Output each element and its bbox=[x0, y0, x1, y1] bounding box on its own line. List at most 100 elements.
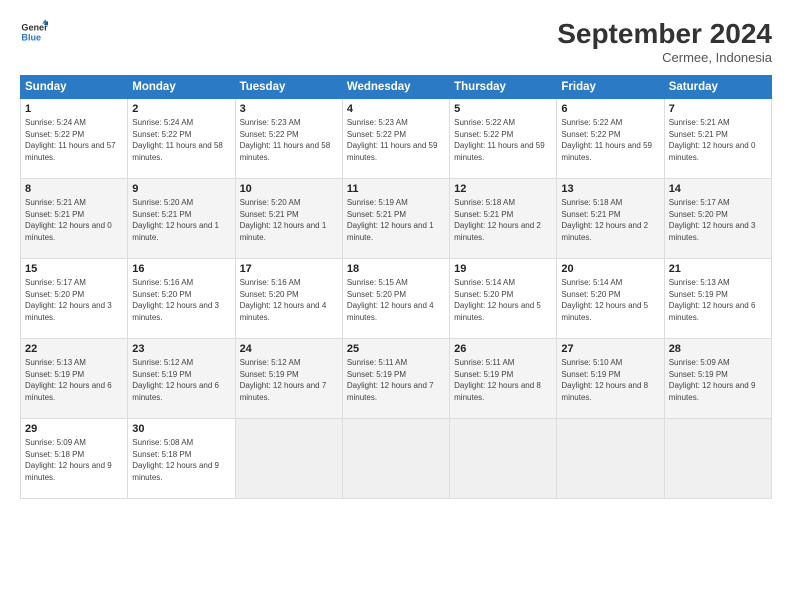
table-row: 15 Sunrise: 5:17 AMSunset: 5:20 PMDayligh… bbox=[21, 259, 128, 339]
day-number: 18 bbox=[347, 263, 445, 275]
col-header-tuesday: Tuesday bbox=[235, 76, 342, 99]
logo: General Blue bbox=[20, 18, 48, 46]
table-row bbox=[235, 419, 342, 499]
day-number: 25 bbox=[347, 343, 445, 355]
svg-text:Blue: Blue bbox=[21, 32, 41, 42]
day-info: Sunrise: 5:14 AMSunset: 5:20 PMDaylight:… bbox=[454, 277, 552, 323]
day-info: Sunrise: 5:14 AMSunset: 5:20 PMDaylight:… bbox=[561, 277, 659, 323]
table-row bbox=[342, 419, 449, 499]
title-block: September 2024 Cermee, Indonesia bbox=[557, 18, 772, 65]
table-row: 7 Sunrise: 5:21 AMSunset: 5:21 PMDaylight… bbox=[664, 99, 771, 179]
day-number: 27 bbox=[561, 343, 659, 355]
table-row: 29 Sunrise: 5:09 AMSunset: 5:18 PMDayligh… bbox=[21, 419, 128, 499]
table-row: 27 Sunrise: 5:10 AMSunset: 5:19 PMDayligh… bbox=[557, 339, 664, 419]
day-info: Sunrise: 5:08 AMSunset: 5:18 PMDaylight:… bbox=[132, 437, 230, 483]
day-info: Sunrise: 5:17 AMSunset: 5:20 PMDaylight:… bbox=[25, 277, 123, 323]
day-number: 16 bbox=[132, 263, 230, 275]
table-row: 8 Sunrise: 5:21 AMSunset: 5:21 PMDaylight… bbox=[21, 179, 128, 259]
day-number: 29 bbox=[25, 423, 123, 435]
logo-icon: General Blue bbox=[20, 18, 48, 46]
table-row: 10Sunrise: 5:20 AMSunset: 5:21 PMDayligh… bbox=[235, 179, 342, 259]
day-info: Sunrise: 5:24 AMSunset: 5:22 PMDaylight:… bbox=[132, 117, 230, 163]
table-row: 1Sunrise: 5:24 AMSunset: 5:22 PMDaylight… bbox=[21, 99, 128, 179]
table-row bbox=[450, 419, 557, 499]
day-number: 7 bbox=[669, 103, 767, 115]
day-info: Sunrise: 5:19 AMSunset: 5:21 PMDaylight:… bbox=[347, 197, 445, 243]
day-info: Sunrise: 5:18 AMSunset: 5:21 PMDaylight:… bbox=[454, 197, 552, 243]
table-row: 5 Sunrise: 5:22 AMSunset: 5:22 PMDaylight… bbox=[450, 99, 557, 179]
day-info: Sunrise: 5:17 AMSunset: 5:20 PMDaylight:… bbox=[669, 197, 767, 243]
table-row: 25 Sunrise: 5:11 AMSunset: 5:19 PMDayligh… bbox=[342, 339, 449, 419]
day-number: 24 bbox=[240, 343, 338, 355]
table-row: 12Sunrise: 5:18 AMSunset: 5:21 PMDayligh… bbox=[450, 179, 557, 259]
day-info: Sunrise: 5:23 AMSunset: 5:22 PMDaylight:… bbox=[240, 117, 338, 163]
day-number: 5 bbox=[454, 103, 552, 115]
subtitle: Cermee, Indonesia bbox=[557, 50, 772, 65]
table-row: 14 Sunrise: 5:17 AMSunset: 5:20 PMDayligh… bbox=[664, 179, 771, 259]
table-row: 19 Sunrise: 5:14 AMSunset: 5:20 PMDayligh… bbox=[450, 259, 557, 339]
day-number: 26 bbox=[454, 343, 552, 355]
day-number: 2 bbox=[132, 103, 230, 115]
day-info: Sunrise: 5:22 AMSunset: 5:22 PMDaylight:… bbox=[454, 117, 552, 163]
calendar: SundayMondayTuesdayWednesdayThursdayFrid… bbox=[20, 75, 772, 499]
table-row: 6 Sunrise: 5:22 AMSunset: 5:22 PMDaylight… bbox=[557, 99, 664, 179]
table-row: 22 Sunrise: 5:13 AMSunset: 5:19 PMDayligh… bbox=[21, 339, 128, 419]
day-number: 30 bbox=[132, 423, 230, 435]
day-info: Sunrise: 5:11 AMSunset: 5:19 PMDaylight:… bbox=[454, 357, 552, 403]
table-row: 9 Sunrise: 5:20 AMSunset: 5:21 PMDaylight… bbox=[128, 179, 235, 259]
day-number: 14 bbox=[669, 183, 767, 195]
day-info: Sunrise: 5:13 AMSunset: 5:19 PMDaylight:… bbox=[25, 357, 123, 403]
day-info: Sunrise: 5:12 AMSunset: 5:19 PMDaylight:… bbox=[132, 357, 230, 403]
day-info: Sunrise: 5:16 AMSunset: 5:20 PMDaylight:… bbox=[240, 277, 338, 323]
col-header-wednesday: Wednesday bbox=[342, 76, 449, 99]
table-row: 3Sunrise: 5:23 AMSunset: 5:22 PMDaylight… bbox=[235, 99, 342, 179]
day-number: 9 bbox=[132, 183, 230, 195]
day-number: 19 bbox=[454, 263, 552, 275]
day-info: Sunrise: 5:20 AMSunset: 5:21 PMDaylight:… bbox=[132, 197, 230, 243]
day-info: Sunrise: 5:24 AMSunset: 5:22 PMDaylight:… bbox=[25, 117, 123, 163]
table-row: 2 Sunrise: 5:24 AMSunset: 5:22 PMDaylight… bbox=[128, 99, 235, 179]
col-header-monday: Monday bbox=[128, 76, 235, 99]
day-number: 20 bbox=[561, 263, 659, 275]
day-number: 13 bbox=[561, 183, 659, 195]
table-row: 28Sunrise: 5:09 AMSunset: 5:19 PMDayligh… bbox=[664, 339, 771, 419]
table-row: 4 Sunrise: 5:23 AMSunset: 5:22 PMDaylight… bbox=[342, 99, 449, 179]
day-number: 15 bbox=[25, 263, 123, 275]
svg-text:General: General bbox=[21, 23, 48, 33]
table-row: 13 Sunrise: 5:18 AMSunset: 5:21 PMDayligh… bbox=[557, 179, 664, 259]
day-number: 8 bbox=[25, 183, 123, 195]
table-row: 11 Sunrise: 5:19 AMSunset: 5:21 PMDayligh… bbox=[342, 179, 449, 259]
col-header-saturday: Saturday bbox=[664, 76, 771, 99]
day-info: Sunrise: 5:09 AMSunset: 5:18 PMDaylight:… bbox=[25, 437, 123, 483]
table-row: 21Sunrise: 5:13 AMSunset: 5:19 PMDayligh… bbox=[664, 259, 771, 339]
day-info: Sunrise: 5:22 AMSunset: 5:22 PMDaylight:… bbox=[561, 117, 659, 163]
day-info: Sunrise: 5:12 AMSunset: 5:19 PMDaylight:… bbox=[240, 357, 338, 403]
day-number: 21 bbox=[669, 263, 767, 275]
day-number: 10 bbox=[240, 183, 338, 195]
day-info: Sunrise: 5:10 AMSunset: 5:19 PMDaylight:… bbox=[561, 357, 659, 403]
day-info: Sunrise: 5:09 AMSunset: 5:19 PMDaylight:… bbox=[669, 357, 767, 403]
day-info: Sunrise: 5:15 AMSunset: 5:20 PMDaylight:… bbox=[347, 277, 445, 323]
day-info: Sunrise: 5:18 AMSunset: 5:21 PMDaylight:… bbox=[561, 197, 659, 243]
table-row: 16Sunrise: 5:16 AMSunset: 5:20 PMDayligh… bbox=[128, 259, 235, 339]
table-row bbox=[557, 419, 664, 499]
day-number: 23 bbox=[132, 343, 230, 355]
day-number: 4 bbox=[347, 103, 445, 115]
table-row: 26 Sunrise: 5:11 AMSunset: 5:19 PMDayligh… bbox=[450, 339, 557, 419]
day-number: 6 bbox=[561, 103, 659, 115]
col-header-friday: Friday bbox=[557, 76, 664, 99]
day-number: 22 bbox=[25, 343, 123, 355]
day-info: Sunrise: 5:11 AMSunset: 5:19 PMDaylight:… bbox=[347, 357, 445, 403]
day-number: 11 bbox=[347, 183, 445, 195]
day-info: Sunrise: 5:21 AMSunset: 5:21 PMDaylight:… bbox=[669, 117, 767, 163]
table-row: 30 Sunrise: 5:08 AMSunset: 5:18 PMDayligh… bbox=[128, 419, 235, 499]
table-row: 17 Sunrise: 5:16 AMSunset: 5:20 PMDayligh… bbox=[235, 259, 342, 339]
table-row: 23 Sunrise: 5:12 AMSunset: 5:19 PMDayligh… bbox=[128, 339, 235, 419]
table-row: 18 Sunrise: 5:15 AMSunset: 5:20 PMDayligh… bbox=[342, 259, 449, 339]
day-info: Sunrise: 5:23 AMSunset: 5:22 PMDaylight:… bbox=[347, 117, 445, 163]
day-number: 17 bbox=[240, 263, 338, 275]
table-row: 20 Sunrise: 5:14 AMSunset: 5:20 PMDayligh… bbox=[557, 259, 664, 339]
table-row: 24 Sunrise: 5:12 AMSunset: 5:19 PMDayligh… bbox=[235, 339, 342, 419]
day-info: Sunrise: 5:21 AMSunset: 5:21 PMDaylight:… bbox=[25, 197, 123, 243]
month-title: September 2024 bbox=[557, 18, 772, 50]
